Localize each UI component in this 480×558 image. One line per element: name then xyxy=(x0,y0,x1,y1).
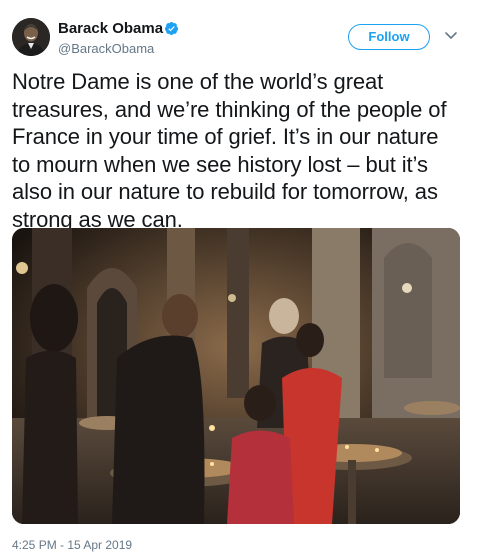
follow-button[interactable]: Follow xyxy=(348,24,430,50)
tweet-header: Barack Obama @BarackObama Follow xyxy=(0,0,480,64)
chevron-down-icon[interactable] xyxy=(444,31,458,41)
tweet-text: Notre Dame is one of the world’s great t… xyxy=(12,69,447,232)
tweet-photo[interactable] xyxy=(12,228,460,524)
tweet-timestamp[interactable]: 4:25 PM - 15 Apr 2019 xyxy=(12,538,132,552)
author-name[interactable]: Barack Obama xyxy=(58,20,163,37)
avatar[interactable] xyxy=(12,18,50,56)
verified-badge-icon xyxy=(164,21,179,36)
author-handle[interactable]: @BarackObama xyxy=(58,41,154,56)
